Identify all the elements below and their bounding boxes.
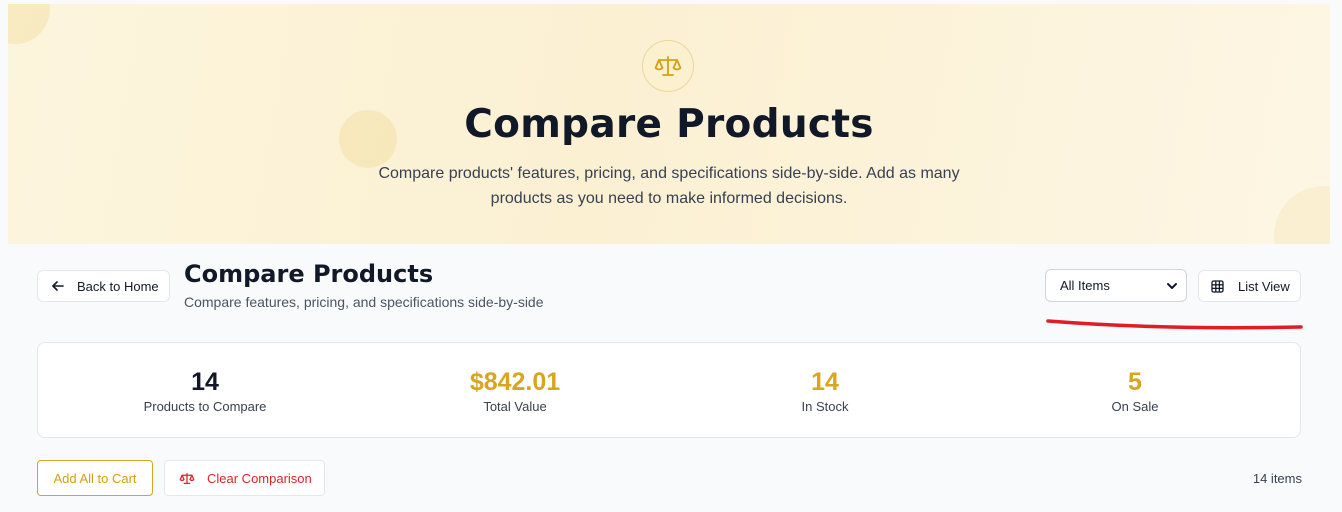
back-to-home-label: Back to Home xyxy=(77,278,159,294)
grid-icon xyxy=(1211,279,1224,293)
back-to-home-button[interactable]: Back to Home xyxy=(37,270,170,302)
list-view-button[interactable]: List View xyxy=(1198,270,1301,302)
scale-icon xyxy=(179,472,195,485)
stat-label: Products to Compare xyxy=(143,399,267,414)
hero-banner: Compare Products Compare products' featu… xyxy=(8,4,1330,244)
stat-label: Total Value xyxy=(483,399,547,414)
chevron-down-icon xyxy=(1166,282,1178,290)
stats-card: 14 Products to Compare $842.01 Total Val… xyxy=(37,342,1301,438)
hero-subtitle: Compare products' features, pricing, and… xyxy=(378,165,960,207)
scale-icon xyxy=(642,40,694,92)
stat-on-sale: 5 On Sale xyxy=(1025,367,1245,414)
add-all-to-cart-button[interactable]: Add All to Cart xyxy=(37,460,153,496)
list-view-label: List View xyxy=(1238,278,1290,294)
filter-select[interactable]: All Items xyxy=(1045,269,1187,302)
hero-title: Compare Products xyxy=(464,102,874,147)
stat-products: 14 Products to Compare xyxy=(95,367,315,414)
page-subtitle: Compare features, pricing, and specifica… xyxy=(184,294,544,310)
stat-value: 14 xyxy=(191,368,219,396)
item-count: 14 items xyxy=(1252,471,1302,486)
page-title: Compare Products xyxy=(184,260,434,288)
decorative-bubble xyxy=(1274,186,1330,244)
stat-value: 14 xyxy=(811,368,839,396)
clear-comparison-label: Clear Comparison xyxy=(207,470,312,486)
add-all-to-cart-label: Add All to Cart xyxy=(53,470,137,486)
stat-total-value: $842.01 Total Value xyxy=(405,367,625,414)
stat-in-stock: 14 In Stock xyxy=(715,367,935,414)
clear-comparison-button[interactable]: Clear Comparison xyxy=(164,460,325,496)
stat-value: 5 xyxy=(1128,368,1142,396)
stat-value: $842.01 xyxy=(469,368,561,396)
arrow-left-icon xyxy=(51,280,65,292)
filter-select-value: All Items xyxy=(1060,278,1110,293)
annotation-underline xyxy=(1046,319,1303,330)
stat-label: On Sale xyxy=(1111,399,1159,414)
stat-label: In Stock xyxy=(801,399,849,414)
decorative-bubble xyxy=(8,4,50,44)
